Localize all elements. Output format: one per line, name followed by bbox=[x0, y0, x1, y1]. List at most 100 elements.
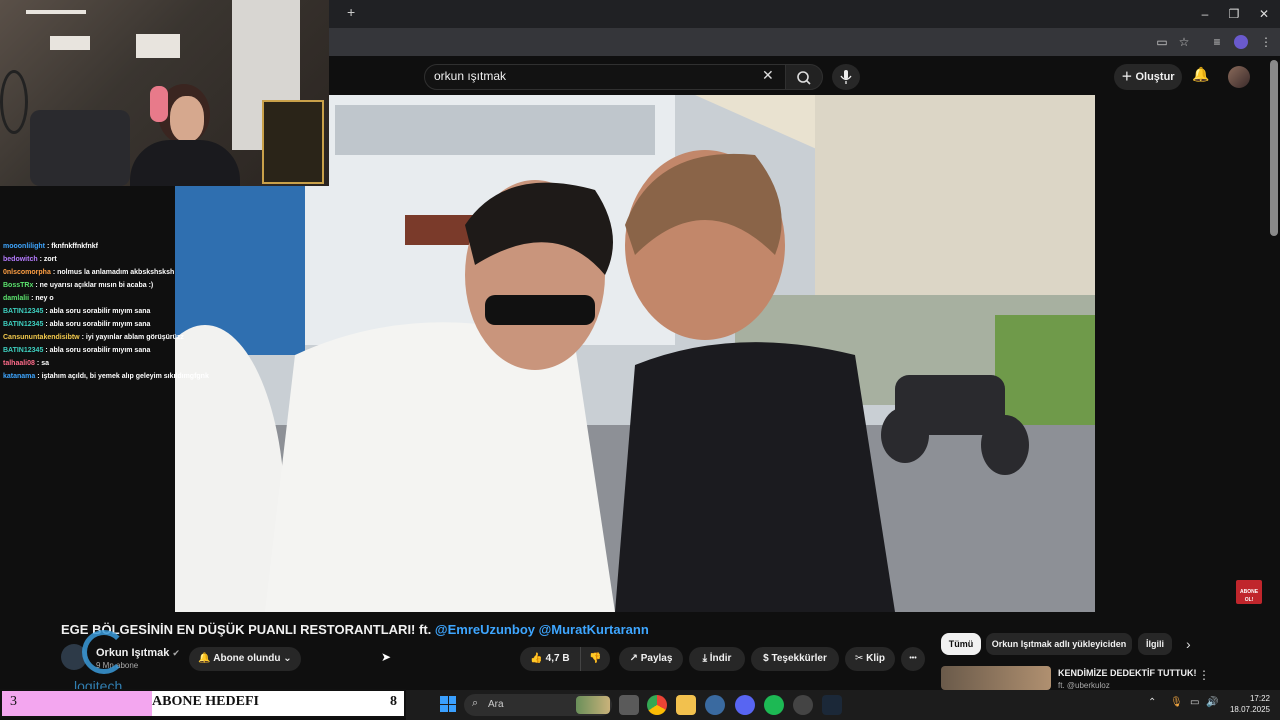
chat-username: BATIN12345 bbox=[3, 308, 44, 315]
chat-username: damlalii bbox=[3, 295, 30, 302]
chat-message: 0nlscomorpha: nolmus la anlamadım akbsks… bbox=[3, 266, 174, 279]
webcam-poster bbox=[262, 100, 324, 184]
recommended-title[interactable]: KENDİMİZE DEDEKTİF TUTTUK! bbox=[1058, 668, 1197, 678]
chat-username: katanama bbox=[3, 373, 36, 380]
more-actions-button[interactable]: ••• bbox=[901, 647, 925, 671]
chip-all[interactable]: Tümü bbox=[941, 633, 981, 655]
discord-icon[interactable] bbox=[735, 695, 755, 715]
close-window-button[interactable]: ✕ bbox=[1249, 4, 1279, 24]
chat-text: : abla soru sorabilir mıyım sana bbox=[45, 308, 151, 315]
clock-date: 18.07.2025 bbox=[1229, 705, 1270, 714]
subscriber-goal-target: 8 bbox=[390, 694, 397, 709]
notifications-bell-icon[interactable]: 🔔 bbox=[1190, 66, 1212, 88]
chat-text: : abla soru sorabilir mıyım sana bbox=[45, 347, 151, 354]
search-icon bbox=[797, 71, 811, 85]
share-label: Paylaş bbox=[640, 653, 673, 664]
steam-icon[interactable] bbox=[822, 695, 842, 715]
chat-text: : abla soru sorabilir mıyım sana bbox=[45, 321, 151, 328]
bell-icon: 🔔 bbox=[198, 653, 214, 664]
clock-time: 17:22 bbox=[1249, 694, 1270, 703]
task-view-icon[interactable] bbox=[619, 695, 639, 715]
like-count: 4,7 B bbox=[545, 653, 570, 664]
obs-icon[interactable] bbox=[793, 695, 813, 715]
chip-related[interactable]: İlgili bbox=[1138, 633, 1172, 655]
tab-search-icon[interactable]: ≡ bbox=[1207, 32, 1227, 52]
chat-username: talhaali08 bbox=[3, 360, 35, 367]
chevron-down-icon: ⌄ bbox=[280, 653, 292, 664]
stream-chat: mooonlilight: fknfnkffnkfnkf bedowitch: z… bbox=[0, 240, 230, 390]
chat-username: BATIN12345 bbox=[3, 321, 44, 328]
taskbar-search-placeholder: Ara bbox=[488, 699, 504, 710]
recommended-subtitle: ft. @uberkuloz bbox=[1058, 681, 1110, 690]
chrome-icon[interactable] bbox=[647, 695, 667, 715]
chevron-right-icon[interactable]: › bbox=[1186, 636, 1191, 652]
thanks-button[interactable]: $ Teşekkürler bbox=[751, 647, 839, 671]
subscriber-goal-label: ABONE HEDEFI bbox=[152, 694, 259, 709]
taskbar-search-icon: ⌕ bbox=[472, 697, 479, 709]
cast-icon[interactable]: ▭ bbox=[1152, 32, 1172, 52]
chat-username: mooonlilight bbox=[3, 243, 45, 250]
account-avatar[interactable] bbox=[1228, 66, 1250, 88]
mention-link[interactable]: @MuratKurtarann bbox=[539, 622, 649, 637]
webcam-overlay bbox=[0, 0, 329, 186]
scissors-icon: ✂ bbox=[854, 653, 867, 664]
taskbar-clock[interactable]: 17:22 18.07.2025 bbox=[1226, 693, 1270, 715]
subscriber-goal-fill bbox=[2, 691, 152, 716]
dislike-button[interactable]: 👎 bbox=[580, 647, 610, 671]
profile-icon[interactable] bbox=[1234, 35, 1248, 49]
search-button[interactable] bbox=[785, 64, 823, 90]
clear-search-icon[interactable]: ✕ bbox=[762, 67, 774, 84]
chat-message: Cansununtakendisibtw: iyi yayınlar ablam… bbox=[3, 331, 184, 344]
browser-menu-icon[interactable]: ⋮ bbox=[1256, 32, 1276, 52]
start-tile bbox=[440, 704, 448, 712]
share-button[interactable]: ↗ Paylaş bbox=[619, 647, 683, 671]
share-icon: ↗ bbox=[629, 653, 641, 664]
subscriber-goal-current: 3 bbox=[10, 694, 17, 709]
microphone-tray-icon[interactable]: 🎙 bbox=[1170, 697, 1183, 708]
webcam-shelf bbox=[136, 34, 180, 58]
chat-message: bedowitch: zort bbox=[3, 253, 57, 266]
clip-label: Klip bbox=[866, 653, 886, 664]
page-scrollbar[interactable] bbox=[1270, 60, 1278, 236]
create-button[interactable]: ＋ Oluştur bbox=[1114, 64, 1182, 90]
like-button[interactable]: 👍 4,7 B bbox=[520, 647, 580, 671]
recommended-menu-icon[interactable]: ⋮ bbox=[1198, 668, 1210, 682]
display-tray-icon[interactable]: ▭ bbox=[1190, 697, 1199, 708]
thumbs-up-icon: 👍 bbox=[530, 653, 546, 664]
voice-search-button[interactable] bbox=[832, 64, 860, 90]
video-title: EGE BÖLGESİNİN EN DÜŞÜK PUANLI RESTORANT… bbox=[61, 622, 649, 637]
taskbar-widget-image[interactable] bbox=[576, 696, 610, 714]
new-tab-button[interactable]: + bbox=[347, 4, 355, 20]
streamer-body bbox=[130, 140, 240, 186]
network-app-icon[interactable] bbox=[705, 695, 725, 715]
webcam-fan bbox=[0, 70, 28, 134]
start-tile bbox=[448, 704, 456, 712]
chat-username: BossTRx bbox=[3, 282, 34, 289]
thumbs-down-icon: 👎 bbox=[589, 653, 602, 664]
bookmark-star-icon[interactable]: ☆ bbox=[1174, 32, 1194, 52]
chip-from-uploader[interactable]: Orkun Işıtmak adlı yükleyiciden bbox=[986, 633, 1132, 655]
video-side-area bbox=[1095, 95, 1267, 612]
minimize-button[interactable]: – bbox=[1190, 4, 1220, 24]
spotify-icon[interactable] bbox=[764, 695, 784, 715]
mention-link[interactable]: @EmreUzunboy bbox=[435, 622, 535, 637]
tray-expand-icon[interactable]: ⌃ bbox=[1148, 697, 1156, 708]
chat-text: : ne uyarısı açıklar mısın bi acaba :) bbox=[35, 282, 154, 289]
start-tile bbox=[440, 696, 448, 704]
verified-check-icon: ✔ bbox=[172, 648, 180, 658]
file-explorer-icon[interactable] bbox=[676, 695, 696, 715]
clip-button[interactable]: ✂ Klip bbox=[845, 647, 895, 671]
webcam-couch bbox=[30, 110, 130, 186]
chat-message: damlalii: ney o bbox=[3, 292, 54, 305]
subscribed-button[interactable]: 🔔 Abone olundu ⌄ bbox=[189, 647, 301, 671]
chat-message: katanama: iştahım açıldı, bi yemek alıp … bbox=[3, 370, 209, 383]
chat-username: Cansununtakendisibtw bbox=[3, 334, 80, 341]
maximize-button[interactable]: ❐ bbox=[1219, 4, 1249, 24]
windows-start-icon[interactable] bbox=[440, 696, 456, 712]
volume-icon[interactable]: 🔊 bbox=[1206, 697, 1218, 708]
download-button[interactable]: ⤓ İndir bbox=[689, 647, 745, 671]
chat-text: : ney o bbox=[31, 295, 54, 302]
recommended-thumbnail[interactable] bbox=[941, 666, 1051, 690]
chat-text: : fknfnkffnkfnkf bbox=[47, 243, 98, 250]
webcam-shelf bbox=[26, 10, 86, 14]
